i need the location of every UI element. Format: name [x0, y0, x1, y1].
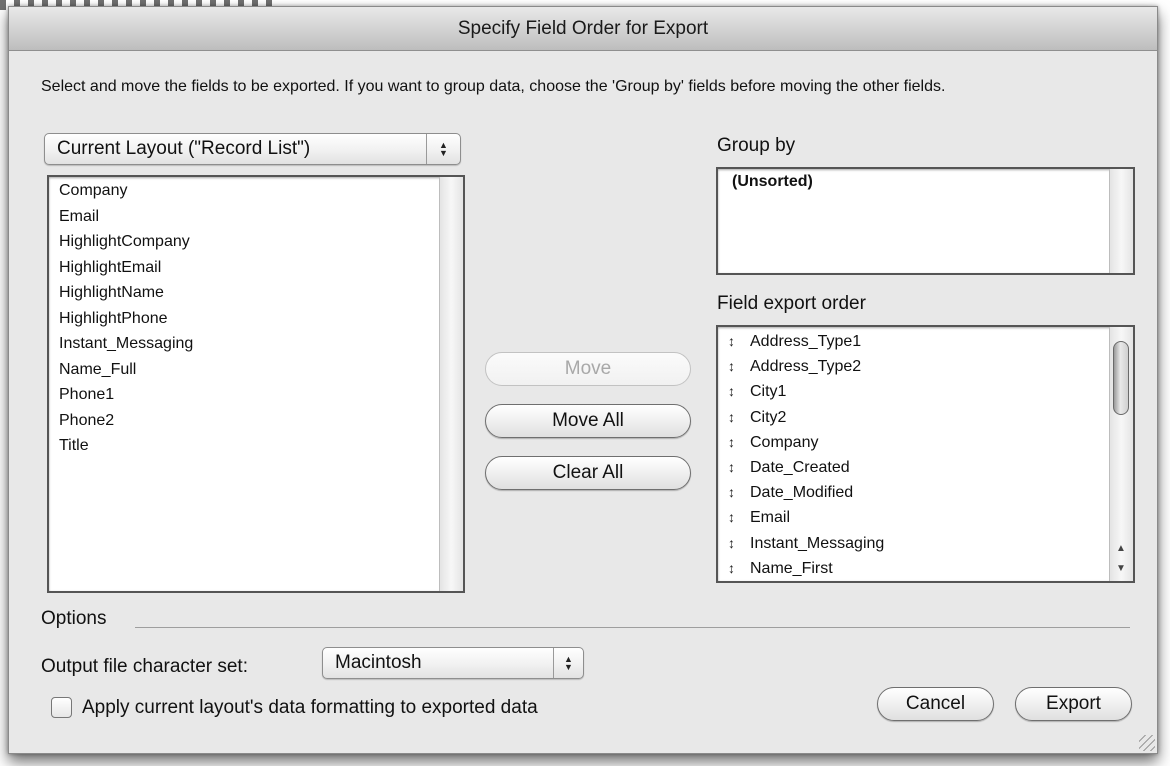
export-order-item-label: City1: [750, 383, 787, 401]
export-button-label: Export: [1046, 693, 1101, 714]
export-order-item[interactable]: ↕ Name_First: [728, 556, 1107, 581]
move-all-button-label: Move All: [552, 410, 624, 431]
export-order-item-label: City2: [750, 408, 787, 426]
charset-label: Output file character set:: [41, 656, 248, 677]
reorder-grip-icon[interactable]: ↕: [728, 455, 750, 480]
group-by-list[interactable]: (Unsorted): [716, 167, 1135, 275]
charset-popup-value: Macintosh: [335, 652, 422, 673]
reorder-grip-icon[interactable]: ↕: [728, 556, 750, 581]
source-field-item[interactable]: Phone2: [59, 408, 437, 434]
options-section-label: Options: [41, 608, 107, 629]
resize-grip-icon[interactable]: [1139, 735, 1155, 751]
export-dialog: Specify Field Order for Export Select an…: [8, 6, 1158, 754]
export-order-item-label: Company: [750, 433, 819, 451]
reorder-grip-icon[interactable]: ↕: [728, 354, 750, 379]
move-button[interactable]: Move: [485, 352, 691, 386]
export-order-item-label: Address_Type2: [750, 358, 862, 376]
source-field-list[interactable]: Company Email HighlightCompany HighlightEma…: [47, 175, 465, 593]
group-by-label: Group by: [717, 135, 796, 156]
reorder-grip-icon[interactable]: ↕: [728, 430, 750, 455]
options-divider: [135, 627, 1130, 628]
up-down-arrows-icon: ▲ ▼: [426, 134, 460, 164]
field-export-order-list[interactable]: ↕ Address_Type1 ↕ Address_Type2 ↕ City1 ↕ City2…: [716, 325, 1135, 583]
export-order-item[interactable]: ↕ Instant_Messaging: [728, 531, 1107, 556]
scroll-up-arrow-icon[interactable]: ▲: [1113, 539, 1129, 559]
reorder-grip-icon[interactable]: ↕: [728, 480, 750, 505]
apply-formatting-label[interactable]: Apply current layout's data formatting t…: [82, 697, 538, 719]
reorder-grip-icon[interactable]: ↕: [728, 329, 750, 354]
source-field-item[interactable]: HighlightName: [59, 280, 437, 306]
export-order-item-label: Date_Modified: [750, 484, 854, 502]
export-order-item[interactable]: ↕ Date_Modified: [728, 480, 1107, 505]
cancel-button-label: Cancel: [905, 693, 966, 714]
export-order-item-label: Address_Type1: [750, 333, 862, 350]
source-field-item[interactable]: Name_Full: [59, 357, 437, 383]
export-order-item[interactable]: ↕ Address_Type2: [728, 354, 1107, 379]
dialog-title: Specify Field Order for Export: [457, 17, 709, 39]
export-order-item[interactable]: ↕ City1: [728, 379, 1107, 404]
reorder-grip-icon[interactable]: ↕: [728, 505, 750, 530]
export-order-item-label: Email: [750, 509, 791, 527]
export-order-item[interactable]: ↕ Address_Type1: [728, 329, 1107, 354]
export-order-item-label: Date_Created: [750, 459, 850, 477]
field-export-order-label: Field export order: [717, 293, 866, 314]
source-field-item[interactable]: Title: [59, 433, 437, 459]
scrollbar-thumb[interactable]: [1113, 341, 1129, 415]
instructions-text: Select and move the fields to be exporte…: [41, 78, 946, 95]
dialog-titlebar: Specify Field Order for Export: [9, 7, 1157, 51]
reorder-grip-icon[interactable]: ↕: [728, 531, 750, 556]
apply-formatting-checkbox[interactable]: [51, 697, 72, 718]
move-all-button[interactable]: Move All: [485, 404, 691, 438]
export-order-scrollbar[interactable]: ▲ ▼: [1109, 327, 1133, 581]
clear-all-button[interactable]: Clear All: [485, 456, 691, 490]
source-field-item[interactable]: HighlightPhone: [59, 306, 437, 332]
source-field-item[interactable]: Email: [59, 204, 437, 230]
reorder-grip-icon[interactable]: ↕: [728, 405, 750, 430]
export-order-item[interactable]: ↕ Company: [728, 430, 1107, 455]
source-field-item[interactable]: Company: [59, 178, 437, 204]
export-order-item-label: Instant_Messaging: [750, 534, 885, 552]
cancel-button[interactable]: Cancel: [877, 687, 994, 721]
source-field-item[interactable]: Instant_Messaging: [59, 331, 437, 357]
export-order-item[interactable]: ↕ Email: [728, 505, 1107, 530]
group-by-scrollbar[interactable]: [1109, 169, 1133, 273]
source-list-scrollbar[interactable]: [439, 177, 463, 591]
export-order-item[interactable]: ↕ Date_Created: [728, 455, 1107, 480]
export-order-item-label: Name_First: [750, 559, 833, 577]
reorder-grip-icon[interactable]: ↕: [728, 379, 750, 404]
charset-popup[interactable]: Macintosh ▲ ▼: [322, 647, 584, 679]
move-button-label: Move: [564, 358, 612, 379]
export-button[interactable]: Export: [1015, 687, 1132, 721]
source-field-item[interactable]: Phone1: [59, 382, 437, 408]
up-down-arrows-icon: ▲ ▼: [553, 648, 583, 678]
layout-popup[interactable]: Current Layout ("Record List") ▲ ▼: [44, 133, 461, 165]
export-order-item[interactable]: ↕ City2: [728, 405, 1107, 430]
clear-all-button-label: Clear All: [552, 462, 624, 483]
source-field-item[interactable]: HighlightCompany: [59, 229, 437, 255]
scroll-down-arrow-icon[interactable]: ▼: [1113, 559, 1129, 579]
group-by-item[interactable]: (Unsorted): [732, 173, 813, 191]
source-field-item[interactable]: HighlightEmail: [59, 255, 437, 281]
layout-popup-label: Current Layout ("Record List"): [57, 138, 311, 159]
